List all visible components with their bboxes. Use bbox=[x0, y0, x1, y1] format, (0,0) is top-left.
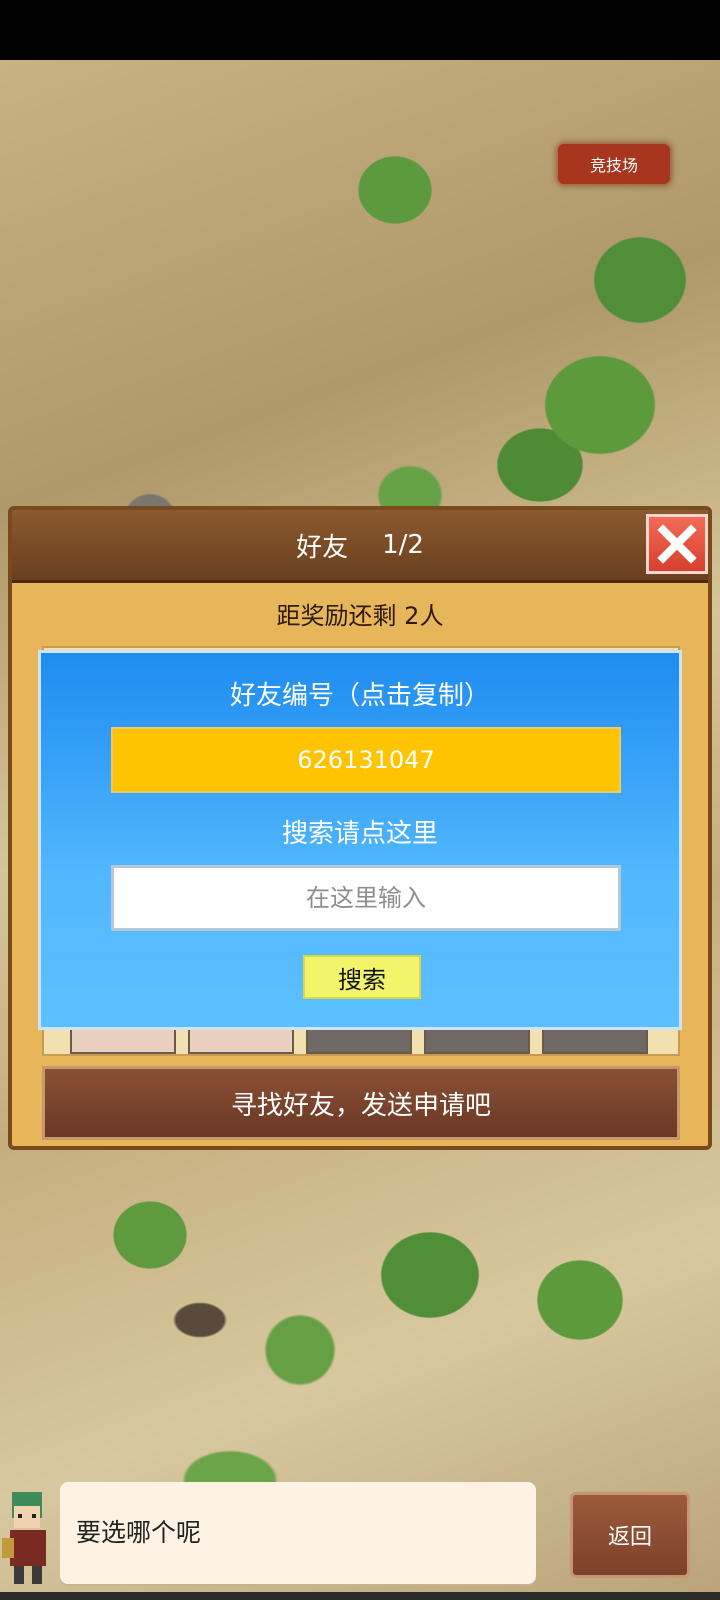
dialogue-bubble: 要选哪个呢 bbox=[60, 1482, 536, 1584]
game-screen: 竞技场 好友 1/2 距奖励还剩 2人 寻找好友，发送申请吧 好友编号（点击复制… bbox=[0, 0, 720, 1600]
status-bar bbox=[0, 0, 720, 60]
page-indicator: 1/2 bbox=[382, 530, 424, 560]
character-avatar-icon bbox=[2, 1492, 46, 1584]
bottom-edge bbox=[0, 1592, 720, 1600]
arena-button[interactable]: 竞技场 bbox=[558, 144, 670, 184]
dialog-title: 好友编号（点击复制） bbox=[229, 681, 490, 711]
close-icon bbox=[657, 524, 697, 564]
find-friends-banner[interactable]: 寻找好友，发送申请吧 bbox=[42, 1066, 680, 1140]
friend-search-input[interactable] bbox=[111, 865, 621, 931]
back-button[interactable]: 返回 bbox=[570, 1492, 690, 1578]
close-button[interactable] bbox=[646, 514, 708, 574]
friend-code-copy-box[interactable]: 626131047 bbox=[111, 727, 621, 793]
dialogue-text: 要选哪个呢 bbox=[76, 1518, 202, 1547]
panel-title: 好友 bbox=[296, 532, 349, 563]
reward-remaining-text: 距奖励还剩 2人 bbox=[276, 602, 444, 630]
friend-search-dialog: 好友编号（点击复制） 626131047 搜索请点这里 搜索 bbox=[38, 650, 682, 1030]
search-button[interactable]: 搜索 bbox=[303, 955, 421, 999]
panel-header: 好友 1/2 bbox=[12, 510, 708, 583]
search-hint-text: 搜索请点这里 bbox=[281, 819, 438, 849]
